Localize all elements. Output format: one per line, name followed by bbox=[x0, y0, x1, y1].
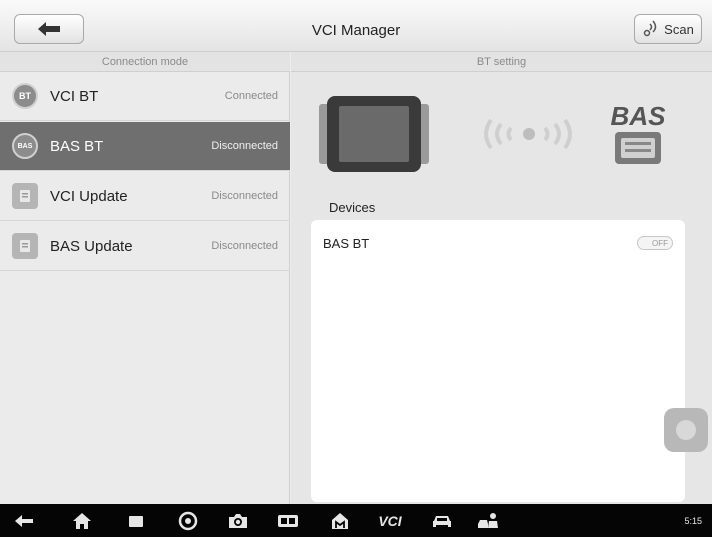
devices-list: BAS BT OFF bbox=[311, 220, 685, 502]
connection-mode-list: BT VCI BT Connected BAS BAS BT Disconnec… bbox=[0, 72, 290, 504]
connection-status: Disconnected bbox=[211, 240, 278, 252]
bt-icon: BT bbox=[12, 83, 38, 109]
bluetooth-toggle[interactable]: OFF bbox=[637, 236, 673, 250]
connection-mode-header: Connection mode bbox=[0, 52, 290, 72]
connection-status: Disconnected bbox=[211, 140, 278, 152]
scan-icon bbox=[643, 20, 657, 37]
bas-icon: BAS bbox=[12, 133, 38, 159]
back-icon[interactable] bbox=[10, 510, 38, 532]
page-title: VCI Manager bbox=[311, 22, 401, 39]
bas-logo: BAS bbox=[603, 102, 673, 172]
car-icon[interactable] bbox=[428, 510, 456, 532]
top-bar: VCI Manager Scan bbox=[0, 0, 712, 52]
camera-icon[interactable] bbox=[224, 510, 252, 532]
vci-manager-screen: VCI Manager Scan Connection mode BT sett… bbox=[0, 0, 712, 537]
update-icon bbox=[12, 183, 38, 209]
bt-setting-header: BT setting bbox=[291, 52, 712, 72]
device-name: BAS BT bbox=[323, 235, 370, 251]
obd-connector-icon bbox=[615, 132, 661, 164]
scan-label: Scan bbox=[664, 21, 694, 37]
bt-setting-panel: BAS Devices BAS BT OFF bbox=[291, 72, 712, 504]
connection-item-bas-bt[interactable]: BAS BAS BT Disconnected bbox=[0, 122, 290, 171]
scan-button[interactable]: Scan bbox=[634, 14, 702, 44]
screen-mirror-icon[interactable] bbox=[274, 510, 302, 532]
tablet-device-icon bbox=[319, 96, 429, 172]
connection-label: VCI Update bbox=[50, 187, 128, 205]
recent-apps-icon[interactable] bbox=[122, 510, 150, 532]
home-icon[interactable] bbox=[68, 510, 96, 532]
bluetooth-signal-icon bbox=[484, 118, 572, 150]
autel-home-icon[interactable] bbox=[326, 510, 354, 532]
system-nav-bar: VCI 5:15 bbox=[0, 504, 712, 537]
connection-status: Connected bbox=[224, 90, 278, 102]
floating-assist-button[interactable] bbox=[664, 408, 708, 452]
connection-item-vci-bt[interactable]: BT VCI BT Connected bbox=[0, 72, 290, 121]
device-row[interactable]: BAS BT OFF bbox=[323, 232, 673, 254]
service-icon[interactable] bbox=[474, 510, 504, 532]
connection-label: BAS Update bbox=[50, 237, 133, 255]
bas-logo-text: BAS bbox=[610, 101, 666, 131]
vci-icon[interactable]: VCI bbox=[370, 510, 410, 532]
connection-item-bas-update[interactable]: BAS Update Disconnected bbox=[0, 222, 290, 271]
connection-label: BAS BT bbox=[50, 137, 104, 155]
connection-item-vci-update[interactable]: VCI Update Disconnected bbox=[0, 172, 290, 221]
connection-label: VCI BT bbox=[50, 87, 99, 105]
connection-status: Disconnected bbox=[211, 190, 278, 202]
status-bar-time: 5:15 bbox=[684, 516, 702, 526]
update-icon bbox=[12, 233, 38, 259]
assist-dot-icon bbox=[676, 420, 696, 440]
devices-label: Devices bbox=[329, 200, 376, 215]
browser-icon[interactable] bbox=[174, 510, 202, 532]
